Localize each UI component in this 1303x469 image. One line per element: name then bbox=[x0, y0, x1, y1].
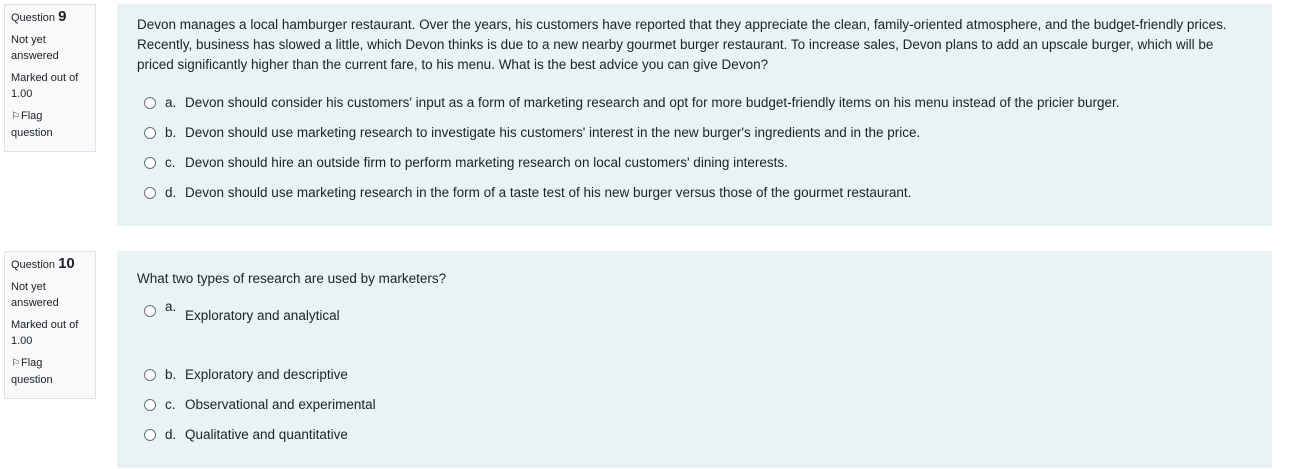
answer-option-c[interactable]: c. Observational and experimental bbox=[137, 395, 1252, 425]
question-text: What two types of research are used by m… bbox=[137, 271, 447, 286]
answer-letter: b. bbox=[165, 367, 177, 382]
question-info-9: Question 9 Not yet answered Marked out o… bbox=[4, 4, 96, 152]
question-grade: Marked out of 1.00 bbox=[11, 72, 79, 100]
flag-icon: ⚐ bbox=[11, 111, 20, 122]
answer-text: Devon should consider his customers' inp… bbox=[185, 95, 1120, 110]
answer-option-c[interactable]: c. Devon should hire an outside firm to … bbox=[137, 153, 1252, 183]
radio-button[interactable] bbox=[144, 157, 156, 169]
answer-text: Exploratory and descriptive bbox=[185, 367, 348, 382]
answer-option-b[interactable]: b. Exploratory and descriptive bbox=[137, 365, 1252, 395]
question-number: Question 9 bbox=[11, 8, 67, 25]
radio-button[interactable] bbox=[144, 97, 156, 109]
answer-option-d[interactable]: d. Qualitative and quantitative bbox=[137, 425, 1252, 455]
answer-text: Devon should use marketing research to i… bbox=[185, 125, 921, 140]
answer-letter: a. bbox=[165, 95, 177, 110]
radio-button[interactable] bbox=[144, 369, 156, 381]
answer-option-a[interactable]: a. Devon should consider his customers' … bbox=[137, 93, 1252, 123]
question-content-9: Devon manages a local hamburger restaura… bbox=[117, 4, 1272, 226]
radio-button[interactable] bbox=[144, 429, 156, 441]
flag-question-button[interactable]: ⚐Flag question bbox=[11, 355, 71, 388]
question-state: Not yet answered bbox=[11, 34, 59, 62]
question-text: Devon manages a local hamburger restaura… bbox=[137, 17, 1227, 72]
radio-button[interactable] bbox=[144, 399, 156, 411]
answer-text: Exploratory and analytical bbox=[185, 308, 340, 323]
answer-letter: c. bbox=[165, 155, 176, 170]
flag-icon: ⚐ bbox=[11, 358, 20, 369]
radio-button[interactable] bbox=[144, 187, 156, 199]
answer-list: a. Exploratory and analytical b. Explora… bbox=[137, 299, 1252, 455]
answer-letter: d. bbox=[165, 427, 177, 442]
answer-option-d[interactable]: d. Devon should use marketing research i… bbox=[137, 183, 1252, 213]
radio-button[interactable] bbox=[144, 127, 156, 139]
question-number: Question 10 bbox=[11, 255, 75, 272]
answer-option-a[interactable]: a. Exploratory and analytical bbox=[137, 299, 1252, 365]
answer-list: a. Devon should consider his customers' … bbox=[137, 93, 1252, 213]
answer-letter: c. bbox=[165, 397, 176, 412]
answer-text: Devon should hire an outside firm to per… bbox=[185, 155, 788, 170]
question-info-10: Question 10 Not yet answered Marked out … bbox=[4, 251, 96, 399]
answer-letter: b. bbox=[165, 125, 177, 140]
answer-option-b[interactable]: b. Devon should use marketing research t… bbox=[137, 123, 1252, 153]
answer-letter: a. bbox=[165, 299, 177, 314]
question-grade: Marked out of 1.00 bbox=[11, 319, 79, 347]
question-content-10: What two types of research are used by m… bbox=[117, 251, 1272, 468]
question-state: Not yet answered bbox=[11, 281, 59, 309]
answer-text: Qualitative and quantitative bbox=[185, 427, 348, 442]
answer-text: Observational and experimental bbox=[185, 397, 376, 412]
radio-button[interactable] bbox=[144, 305, 156, 317]
flag-question-button[interactable]: ⚐Flag question bbox=[11, 108, 71, 141]
answer-letter: d. bbox=[165, 185, 177, 200]
answer-text: Devon should use marketing research in t… bbox=[185, 185, 912, 200]
